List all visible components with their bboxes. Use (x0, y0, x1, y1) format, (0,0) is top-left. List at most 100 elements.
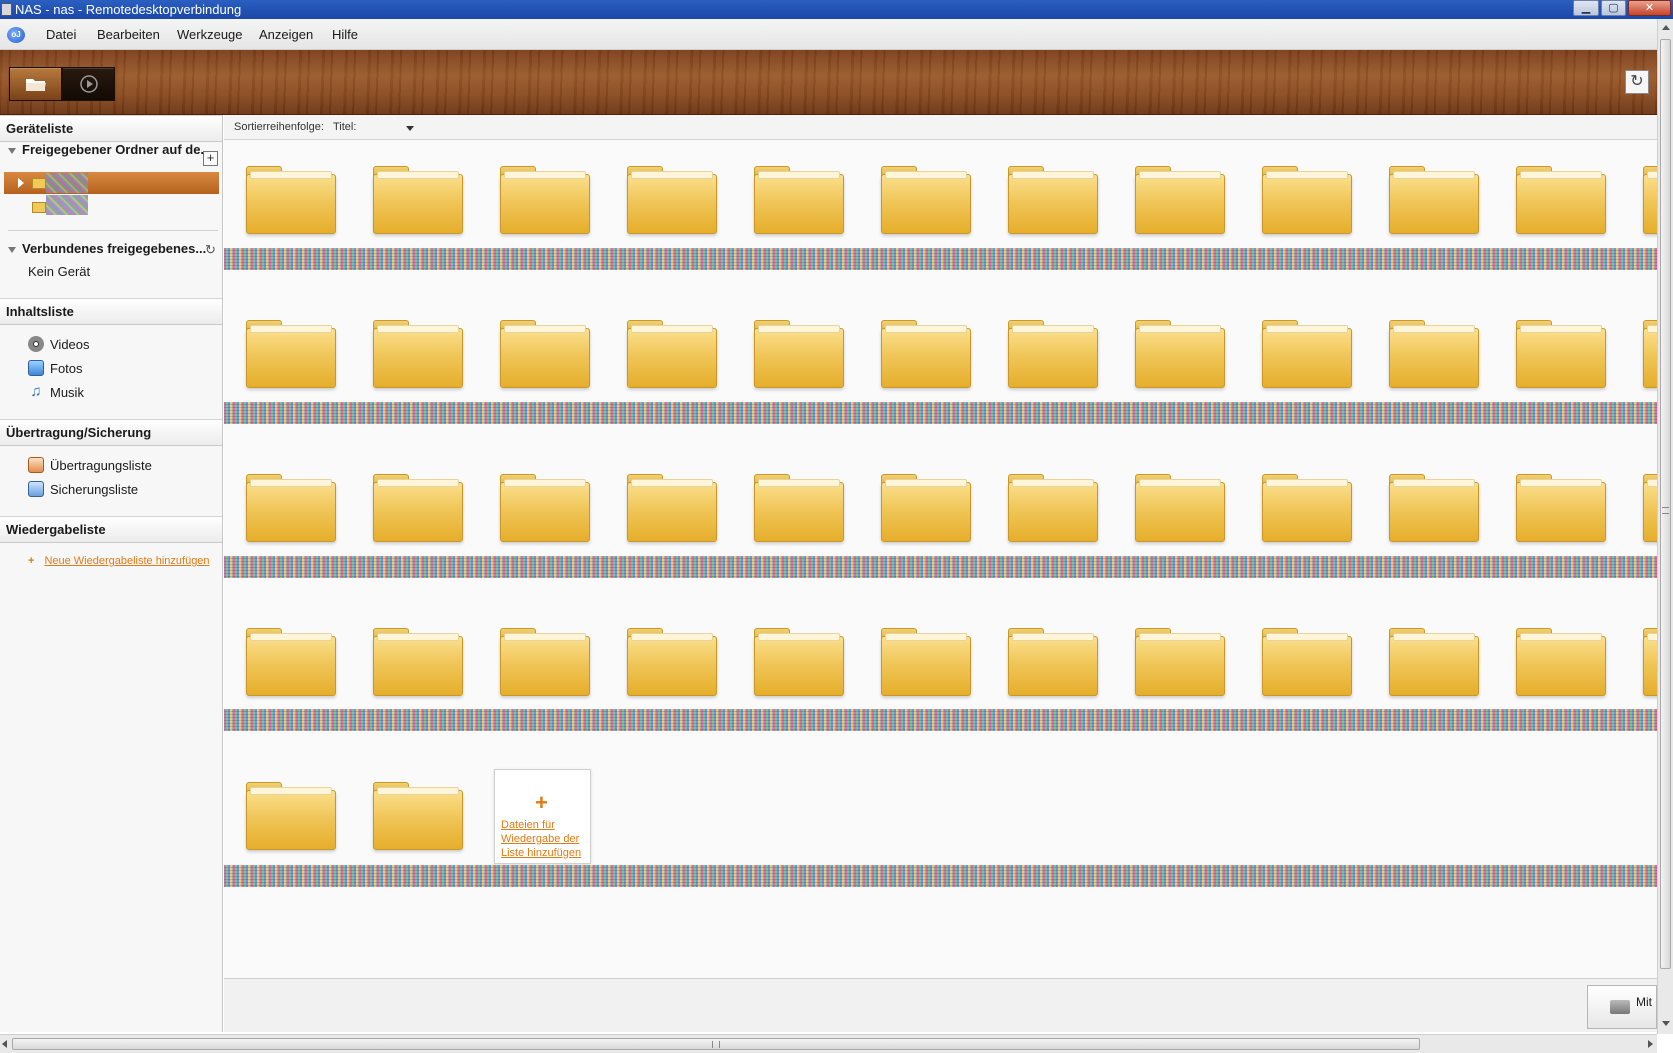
shared-folder-group[interactable]: Freigegebener Ordner auf de... (8, 143, 211, 157)
collapse-arrow-icon[interactable] (8, 246, 16, 253)
folder-item[interactable] (1516, 166, 1606, 234)
vertical-scrollbar[interactable] (1657, 19, 1673, 1034)
folder-item[interactable] (1008, 628, 1098, 696)
folder-item[interactable] (500, 320, 590, 388)
add-playlist-link[interactable]: + Neue Wiedergabeliste hinzufügen (28, 555, 210, 567)
folder-item[interactable] (1389, 320, 1479, 388)
folder-item[interactable] (373, 628, 463, 696)
close-button[interactable]: ✕ (1628, 0, 1671, 16)
folder-icon (32, 202, 46, 213)
folder-item[interactable] (754, 166, 844, 234)
folder-item[interactable] (881, 628, 971, 696)
folder-icon (246, 325, 336, 388)
folder-item[interactable] (754, 320, 844, 388)
chevron-down-icon[interactable] (406, 126, 414, 131)
share-with-device-button[interactable]: Mit Ge... (1587, 985, 1657, 1029)
folder-item[interactable] (246, 320, 336, 388)
folder-item[interactable] (1643, 320, 1657, 388)
folder-item[interactable] (1643, 474, 1657, 542)
folder-item[interactable] (373, 166, 463, 234)
folder-item[interactable] (1008, 474, 1098, 542)
sidebar-item-transfer-list[interactable]: Übertragungsliste (28, 455, 152, 475)
horizontal-scrollbar[interactable] (0, 1034, 1657, 1053)
folder-item[interactable] (1008, 166, 1098, 234)
folder-item[interactable] (881, 166, 971, 234)
refresh-icon[interactable]: ↻ (1625, 70, 1649, 94)
plus-icon: + (28, 555, 35, 567)
add-files-card[interactable]: + Dateien für Wiedergabe der Liste hinzu… (494, 769, 591, 864)
folder-item[interactable] (754, 628, 844, 696)
folder-icon (1262, 171, 1352, 234)
folder-item[interactable] (1516, 474, 1606, 542)
sidebar-item-fotos[interactable]: Fotos (28, 358, 83, 378)
folder-item[interactable] (500, 166, 590, 234)
folder-item[interactable] (627, 320, 717, 388)
folder-icon (500, 633, 590, 696)
folder-item[interactable] (373, 474, 463, 542)
folder-item[interactable] (1389, 474, 1479, 542)
folder-item[interactable] (627, 474, 717, 542)
folder-item[interactable] (373, 320, 463, 388)
shared-folder-item-selected[interactable] (4, 172, 219, 194)
folder-item[interactable] (1516, 628, 1606, 696)
scrollbar-thumb[interactable] (1660, 39, 1671, 969)
folder-item[interactable] (1262, 166, 1352, 234)
sidebar-item-videos[interactable]: Videos (28, 334, 90, 354)
folder-item[interactable] (1643, 628, 1657, 696)
folder-item[interactable] (1262, 628, 1352, 696)
folder-item[interactable] (627, 166, 717, 234)
play-view-button[interactable] (62, 67, 115, 101)
folder-item[interactable] (1008, 320, 1098, 388)
expand-arrow-icon[interactable] (18, 178, 24, 188)
refresh-icon[interactable]: ↻ (205, 242, 216, 258)
folder-icon (1008, 633, 1098, 696)
folder-item[interactable] (500, 628, 590, 696)
folder-icon (1389, 633, 1479, 696)
folder-item[interactable] (1262, 320, 1352, 388)
folder-view-button[interactable] (9, 67, 62, 101)
scroll-right-icon[interactable] (1648, 1040, 1653, 1048)
scroll-down-icon[interactable] (1662, 1021, 1670, 1026)
add-folder-button[interactable]: + (203, 151, 218, 166)
menu-anzeigen[interactable]: Anzeigen (259, 27, 313, 42)
folder-item[interactable] (1389, 628, 1479, 696)
sort-select[interactable]: Titel: (333, 115, 356, 140)
folder-icon (1135, 479, 1225, 542)
folder-item[interactable] (1135, 628, 1225, 696)
minimize-button[interactable]: ▁ (1573, 0, 1599, 16)
folder-item[interactable] (246, 628, 336, 696)
folder-icon (881, 171, 971, 234)
folder-item[interactable] (1135, 166, 1225, 234)
folder-item[interactable] (246, 474, 336, 542)
folder-item[interactable] (246, 782, 336, 850)
folder-item[interactable] (1643, 166, 1657, 234)
collapse-arrow-icon[interactable] (8, 147, 16, 154)
menu-werkzeuge[interactable]: Werkzeuge (177, 27, 243, 42)
sidebar-item-musik[interactable]: ♫ Musik (28, 382, 84, 402)
menu-hilfe[interactable]: Hilfe (332, 27, 358, 42)
folder-item[interactable] (754, 474, 844, 542)
sidebar-item-backup-list[interactable]: Sicherungsliste (28, 479, 138, 499)
folder-item[interactable] (246, 166, 336, 234)
scroll-left-icon[interactable] (2, 1040, 7, 1048)
maximize-button[interactable]: ▢ (1601, 0, 1626, 16)
folder-item[interactable] (1262, 474, 1352, 542)
redacted-folder-names (224, 556, 1657, 578)
folder-item[interactable] (881, 474, 971, 542)
folder-item[interactable] (1135, 320, 1225, 388)
folder-item[interactable] (373, 782, 463, 850)
scroll-up-icon[interactable] (1662, 25, 1670, 30)
menu-datei[interactable]: Datei (46, 27, 76, 42)
redacted-name (46, 173, 88, 193)
music-note-icon: ♫ (30, 383, 42, 400)
folder-item[interactable] (1389, 166, 1479, 234)
app-logo-icon[interactable]: oJ (7, 27, 25, 43)
folder-item[interactable] (500, 474, 590, 542)
folder-item[interactable] (1135, 474, 1225, 542)
folder-item[interactable] (881, 320, 971, 388)
folder-item[interactable] (627, 628, 717, 696)
menu-bearbeiten[interactable]: Bearbeiten (97, 27, 160, 42)
folder-item[interactable] (1516, 320, 1606, 388)
playlist-header: Wiedergabeliste (0, 516, 222, 543)
connected-shared-group[interactable]: Verbundenes freigegebenes... (8, 242, 206, 256)
